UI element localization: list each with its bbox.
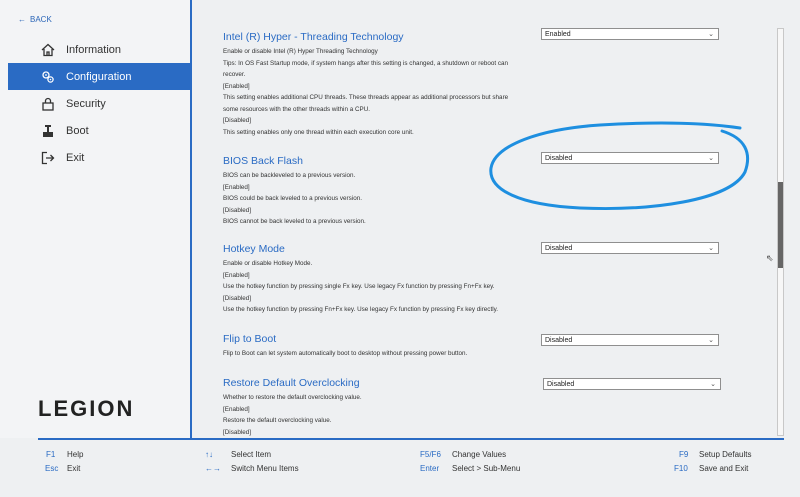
- mouse-pointer-icon: ⇖: [766, 253, 774, 263]
- desc-line: Whether to restore the default overclock…: [223, 394, 362, 401]
- key-label: Esc: [45, 464, 59, 473]
- exit-icon: [40, 150, 56, 166]
- setting-description: Flip to Boot can let system automaticall…: [223, 348, 523, 360]
- key-text: Select Item: [231, 450, 272, 459]
- setting-bios-back-flash: BIOS Back Flash BIOS can be backleveled …: [223, 155, 763, 228]
- desc-line: [Enabled]: [223, 82, 250, 90]
- desc-line: Flip to Boot can let system automaticall…: [223, 350, 468, 357]
- desc-line: [Enabled]: [223, 405, 250, 413]
- setting-description: Whether to restore the default overclock…: [223, 392, 523, 438]
- bios-screen: ← BACK Information Configuration Securit…: [0, 0, 800, 497]
- sidebar: ← BACK Information Configuration Securit…: [0, 0, 190, 438]
- boot-icon: [40, 123, 56, 139]
- select-value: Disabled: [545, 337, 573, 344]
- key-label: F9: [679, 450, 689, 459]
- desc-line: Enable or disable Hotkey Mode.: [223, 260, 313, 267]
- setting-description: Enable or disable Hotkey Mode. [Enabled]…: [223, 258, 523, 316]
- desc-line: [Disabled]: [223, 294, 252, 302]
- desc-line: [Disabled]: [223, 117, 252, 124]
- sidebar-item-configuration[interactable]: Configuration: [8, 63, 190, 90]
- desc-line: Use the hotkey function by pressing Fn+F…: [223, 306, 499, 313]
- select-value: Disabled: [545, 155, 573, 162]
- desc-line: BIOS can be backleveled to a previous ve…: [223, 172, 356, 179]
- back-label: BACK: [30, 15, 52, 24]
- hyper-threading-select[interactable]: Enabled ⌄: [541, 28, 719, 40]
- legion-logo: LEGION: [38, 396, 135, 421]
- desc-line: BIOS could be back leveled to a previous…: [223, 195, 362, 202]
- nav-menu: Information Configuration Security Boot: [8, 36, 190, 171]
- key-text: Exit: [67, 464, 81, 473]
- footer-divider: [38, 438, 784, 440]
- gears-icon: [40, 69, 56, 85]
- select-value: Disabled: [547, 381, 575, 388]
- key-text: Save and Exit: [699, 464, 749, 473]
- setting-description: BIOS can be backleveled to a previous ve…: [223, 170, 523, 228]
- sidebar-item-label: Exit: [66, 151, 85, 164]
- desc-line: This setting enables only one thread wit…: [223, 128, 414, 136]
- chevron-down-icon: ⌄: [708, 337, 714, 344]
- desc-line: [Disabled]: [223, 428, 252, 436]
- desc-line: [Enabled]: [223, 271, 250, 279]
- key-text: Change Values: [452, 450, 507, 459]
- sidebar-item-label: Boot: [66, 124, 89, 137]
- setting-hyper-threading: Intel (R) Hyper - Threading Technology E…: [223, 31, 763, 138]
- scrollbar[interactable]: [777, 28, 784, 436]
- key-text: Setup Defaults: [699, 450, 752, 459]
- back-button[interactable]: ← BACK: [18, 15, 52, 24]
- desc-line: Tips: In OS Fast Startup mode, if system…: [223, 59, 509, 79]
- desc-line: [Enabled]: [223, 183, 250, 191]
- bios-back-flash-select[interactable]: Disabled ⌄: [541, 152, 719, 164]
- key-label: F1: [46, 450, 56, 459]
- sidebar-item-boot[interactable]: Boot: [8, 117, 190, 144]
- key-label: Enter: [420, 464, 440, 473]
- chevron-down-icon: ⌄: [710, 381, 716, 388]
- desc-line: BIOS cannot be back leveled to a previou…: [223, 218, 366, 225]
- house-icon: [40, 42, 56, 58]
- restore-overclocking-select[interactable]: Disabled ⌄: [543, 378, 721, 390]
- sidebar-item-label: Security: [66, 97, 106, 110]
- chevron-down-icon: ⌄: [708, 155, 714, 162]
- desc-line: Use the hotkey function by pressing sing…: [223, 283, 495, 290]
- chevron-down-icon: ⌄: [708, 245, 714, 252]
- key-label: ↑↓: [205, 450, 213, 459]
- desc-line: Enable or disable Intel (R) Hyper Thread…: [223, 48, 378, 55]
- desc-line: This setting enables additional CPU thre…: [223, 94, 509, 113]
- sidebar-item-label: Configuration: [66, 70, 132, 83]
- select-value: Enabled: [545, 31, 571, 38]
- sidebar-item-label: Information: [66, 43, 122, 56]
- select-value: Disabled: [545, 245, 573, 252]
- key-text: Help: [67, 450, 84, 459]
- key-label: F5/F6: [420, 450, 441, 459]
- sidebar-item-information[interactable]: Information: [8, 36, 190, 63]
- key-help-footer: F1 Help Esc Exit ↑↓ Select Item ←→ Switc…: [0, 442, 800, 497]
- key-label: ←→: [205, 464, 221, 473]
- sidebar-item-exit[interactable]: Exit: [8, 144, 190, 171]
- desc-line: [Disabled]: [223, 206, 252, 214]
- key-text: Select > Sub-Menu: [452, 464, 521, 473]
- settings-panel: Intel (R) Hyper - Threading Technology E…: [192, 0, 777, 438]
- chevron-down-icon: ⌄: [708, 31, 714, 38]
- desc-line: Restore the default overclocking value.: [223, 417, 332, 424]
- setting-description: Enable or disable Intel (R) Hyper Thread…: [223, 46, 523, 138]
- lock-icon: [40, 96, 56, 112]
- key-text: Switch Menu Items: [231, 464, 299, 473]
- arrow-left-icon: ←: [18, 15, 26, 24]
- key-label: F10: [674, 464, 688, 473]
- sidebar-item-security[interactable]: Security: [8, 90, 190, 117]
- hotkey-mode-select[interactable]: Disabled ⌄: [541, 242, 719, 254]
- flip-to-boot-select[interactable]: Disabled ⌄: [541, 334, 719, 346]
- scrollbar-thumb[interactable]: [778, 182, 783, 268]
